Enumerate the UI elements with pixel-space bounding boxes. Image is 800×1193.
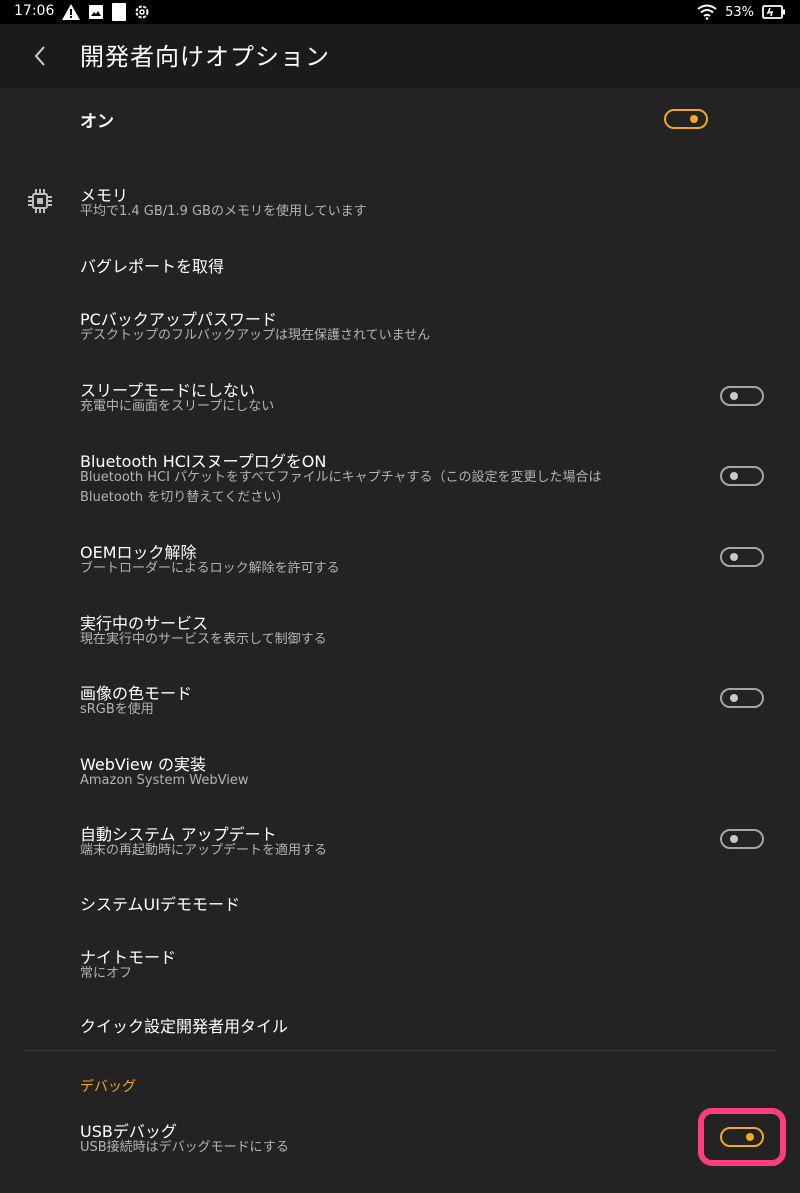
row-subtitle: 端末の再起動時にアップデートを適用する — [80, 843, 328, 858]
row-subtitle: デスクトップのフルバックアップは現在保護されていません — [80, 328, 431, 343]
auto-update-toggle[interactable] — [720, 829, 764, 849]
square-icon — [112, 3, 126, 21]
status-icons-right: 53% — [697, 3, 786, 21]
master-switch-row[interactable]: オン — [0, 88, 800, 154]
row-subtitle: 常にオフ — [80, 966, 133, 981]
row-subtitle: 平均で1.4 GB/1.9 GBのメモリを使用しています — [80, 204, 367, 219]
toggle-knob — [730, 835, 738, 843]
row-night-mode[interactable]: ナイトモード 常にオフ — [0, 934, 800, 994]
settings-list[interactable]: オン メモリ 平均で1.4 GB/1.9 GBのメモリを使用しています バグレポ… — [0, 88, 800, 1193]
app-bar: 開発者向けオプション — [0, 24, 800, 88]
battery-percent: 53% — [725, 4, 754, 20]
row-oem-unlock[interactable]: OEMロック解除 ブートローダーによるロック解除を許可する — [0, 529, 800, 589]
color-mode-toggle[interactable] — [720, 688, 764, 708]
toggle-knob — [730, 553, 738, 561]
row-pc-backup[interactable]: PCバックアップパスワード デスクトップのフルバックアップは現在保護されていませ… — [0, 296, 800, 356]
row-usb-debugging[interactable]: USBデバッグ USB接続時はデバッグモードにする — [0, 1108, 800, 1168]
row-subtitle: USB接続時はデバッグモードにする — [80, 1140, 289, 1155]
settings-icon — [135, 5, 149, 19]
row-bugreport[interactable]: バグレポートを取得 — [0, 240, 800, 288]
master-switch-label: オン — [80, 112, 114, 132]
row-quick-tiles[interactable]: クイック設定開発者用タイル — [0, 1000, 800, 1048]
row-memory[interactable]: メモリ 平均で1.4 GB/1.9 GBのメモリを使用しています — [0, 172, 800, 232]
row-subtitle: ブートローダーによるロック解除を許可する — [80, 561, 340, 576]
oem-unlock-toggle[interactable] — [720, 547, 764, 567]
battery-icon — [762, 5, 785, 19]
wifi-icon — [697, 4, 717, 20]
master-switch-toggle[interactable] — [664, 109, 708, 129]
page-title: 開発者向けオプション — [80, 43, 330, 71]
row-subtitle: sRGBを使用 — [80, 702, 154, 717]
row-color-mode[interactable]: 画像の色モード sRGBを使用 — [0, 670, 800, 730]
toggle-knob — [730, 694, 738, 702]
row-auto-update[interactable]: 自動システム アップデート 端末の再起動時にアップデートを適用する — [0, 811, 800, 871]
row-stay-awake[interactable]: スリープモードにしない 充電中に画面をスリープにしない — [0, 367, 800, 427]
warning-icon — [62, 4, 80, 20]
highlight-annotation — [698, 1108, 786, 1166]
row-title: クイック設定開発者用タイル — [80, 1017, 289, 1036]
bt-hci-toggle[interactable] — [720, 466, 764, 486]
toggle-knob — [730, 392, 738, 400]
status-bar: 17:06 53% — [0, 0, 800, 24]
row-webview[interactable]: WebView の実装 Amazon System WebView — [0, 741, 800, 801]
row-running-services[interactable]: 実行中のサービス 現在実行中のサービスを表示して制御する — [0, 600, 800, 660]
image-icon — [89, 5, 103, 19]
status-time: 17:06 — [14, 3, 55, 19]
stay-awake-toggle[interactable] — [720, 386, 764, 406]
row-title: バグレポートを取得 — [80, 257, 225, 276]
row-demo-mode[interactable]: システムUIデモモード — [0, 878, 800, 926]
chevron-left-icon — [34, 46, 45, 66]
row-bt-hci[interactable]: Bluetooth HCIスヌープログをON Bluetooth HCI パケッ… — [0, 438, 800, 520]
toggle-knob — [730, 472, 738, 480]
row-subtitle: Amazon System WebView — [80, 773, 249, 788]
row-title: システムUIデモモード — [80, 895, 240, 914]
section-header-debug: デバッグ — [80, 1079, 136, 1095]
row-subtitle: Bluetooth HCI パケットをすべてファイルにキャプチャする（この設定を… — [80, 470, 602, 505]
row-subtitle: 現在実行中のサービスを表示して制御する — [80, 632, 327, 647]
toggle-knob — [690, 115, 698, 123]
back-button[interactable] — [24, 40, 56, 72]
row-subtitle: 充電中に画面をスリープにしない — [80, 399, 275, 414]
status-icons-left — [62, 3, 150, 21]
section-divider — [24, 1050, 776, 1051]
